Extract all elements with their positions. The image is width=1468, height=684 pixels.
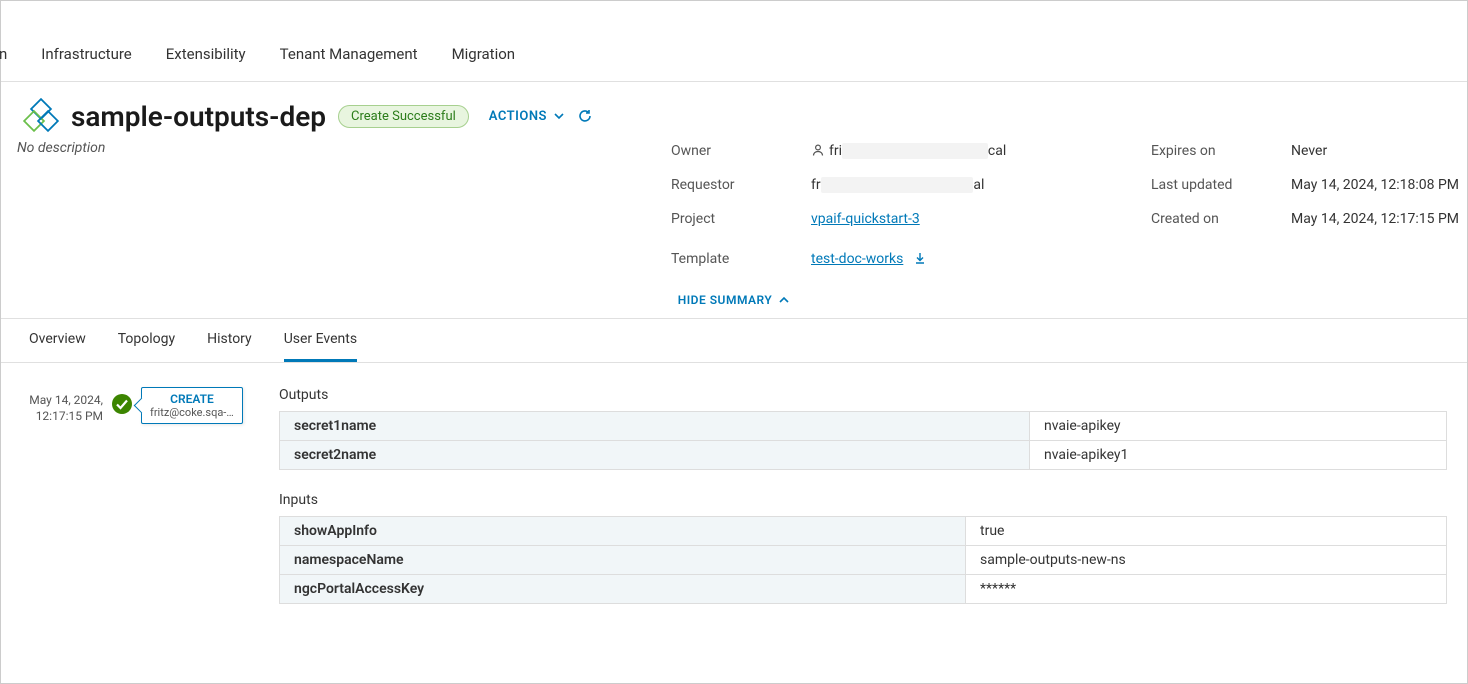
inputs-table: showAppInfo true namespaceName sample-ou… (279, 516, 1447, 604)
top-nav-item-partial[interactable]: n (0, 45, 7, 63)
output-key: secret2name (280, 441, 1030, 470)
outputs-title: Outputs (279, 387, 1447, 403)
tab-user-events[interactable]: User Events (284, 319, 357, 362)
requestor-suffix: al (973, 177, 984, 193)
owner-value: frixxxxxxxxxxxxxxxxxxxxxcal (811, 143, 1006, 159)
table-row: ngcPortalAccessKey ****** (280, 575, 1447, 604)
refresh-icon[interactable] (577, 108, 593, 124)
updated-value: May 14, 2024, 12:18:08 PM (1291, 177, 1459, 193)
tab-overview[interactable]: Overview (29, 319, 86, 362)
actions-dropdown-button[interactable]: ACTIONS (489, 109, 565, 124)
event-card[interactable]: CREATE fritz@coke.sqa-… (141, 387, 243, 424)
top-nav-item-migration[interactable]: Migration (452, 45, 516, 63)
event-date: May 14, 2024, (21, 393, 103, 409)
top-nav-item-extensibility[interactable]: Extensibility (166, 45, 246, 63)
top-nav-item-infrastructure[interactable]: Infrastructure (41, 45, 131, 63)
event-time: 12:17:15 PM (21, 409, 103, 425)
input-value: true (966, 517, 1447, 546)
tab-topology[interactable]: Topology (118, 319, 175, 362)
owner-redacted: xxxxxxxxxxxxxxxxxxxxx (842, 143, 988, 159)
top-nav-bar: n Infrastructure Extensibility Tenant Ma… (1, 25, 1467, 82)
event-user-label: fritz@coke.sqa-… (150, 406, 234, 419)
requestor-prefix: fr (811, 177, 821, 193)
event-details: Outputs secret1name nvaie-apikey secret2… (279, 387, 1447, 626)
user-events-content: May 14, 2024, 12:17:15 PM CREATE fritz@c… (1, 363, 1467, 650)
download-icon[interactable] (913, 251, 927, 265)
requestor-label: Requestor (671, 177, 811, 193)
summary-panel: No description Owner frixxxxxxxxxxxxxxxx… (1, 126, 1467, 276)
description-text: No description (1, 126, 671, 156)
table-row: showAppInfo true (280, 517, 1447, 546)
hide-summary-label: HIDE SUMMARY (678, 293, 773, 307)
event-timeline: May 14, 2024, 12:17:15 PM CREATE fritz@c… (21, 387, 259, 626)
tabs-bar: Overview Topology History User Events (1, 318, 1467, 363)
owner-suffix: cal (988, 143, 1006, 159)
created-value: May 14, 2024, 12:17:15 PM (1291, 211, 1459, 227)
inputs-title: Inputs (279, 492, 1447, 508)
table-row: secret2name nvaie-apikey1 (280, 441, 1447, 470)
event-action-label: CREATE (150, 392, 234, 406)
input-key: showAppInfo (280, 517, 966, 546)
expires-label: Expires on (1151, 143, 1291, 159)
expires-value: Never (1291, 143, 1327, 159)
user-icon (811, 143, 825, 157)
tab-history[interactable]: History (207, 319, 252, 362)
created-label: Created on (1151, 211, 1291, 227)
success-check-icon (111, 393, 133, 415)
input-key: ngcPortalAccessKey (280, 575, 966, 604)
input-key: namespaceName (280, 546, 966, 575)
requestor-value: frxxxxxxxxxxxxxxxxxxxxxxal (811, 177, 984, 193)
table-row: namespaceName sample-outputs-new-ns (280, 546, 1447, 575)
table-row: secret1name nvaie-apikey (280, 412, 1447, 441)
input-value: sample-outputs-new-ns (966, 546, 1447, 575)
top-nav-item-tenant-management[interactable]: Tenant Management (280, 45, 418, 63)
owner-label: Owner (671, 143, 811, 159)
outputs-table: secret1name nvaie-apikey secret2name nva… (279, 411, 1447, 470)
output-value: nvaie-apikey (1030, 412, 1447, 441)
updated-label: Last updated (1151, 177, 1291, 193)
input-value: ****** (966, 575, 1447, 604)
project-link[interactable]: vpaif-quickstart-3 (811, 211, 920, 227)
status-badge: Create Successful (338, 105, 469, 128)
hide-summary-button[interactable]: HIDE SUMMARY (678, 293, 791, 307)
actions-label: ACTIONS (489, 109, 547, 124)
event-timestamp: May 14, 2024, 12:17:15 PM (21, 387, 103, 424)
chevron-up-icon (778, 294, 790, 306)
requestor-redacted: xxxxxxxxxxxxxxxxxxxxxx (821, 177, 974, 193)
output-value: nvaie-apikey1 (1030, 441, 1447, 470)
template-link[interactable]: test-doc-works (811, 251, 903, 267)
project-label: Project (671, 211, 811, 227)
chevron-down-icon (553, 110, 565, 122)
output-key: secret1name (280, 412, 1030, 441)
template-label: Template (671, 251, 811, 267)
owner-prefix: fri (829, 143, 842, 159)
